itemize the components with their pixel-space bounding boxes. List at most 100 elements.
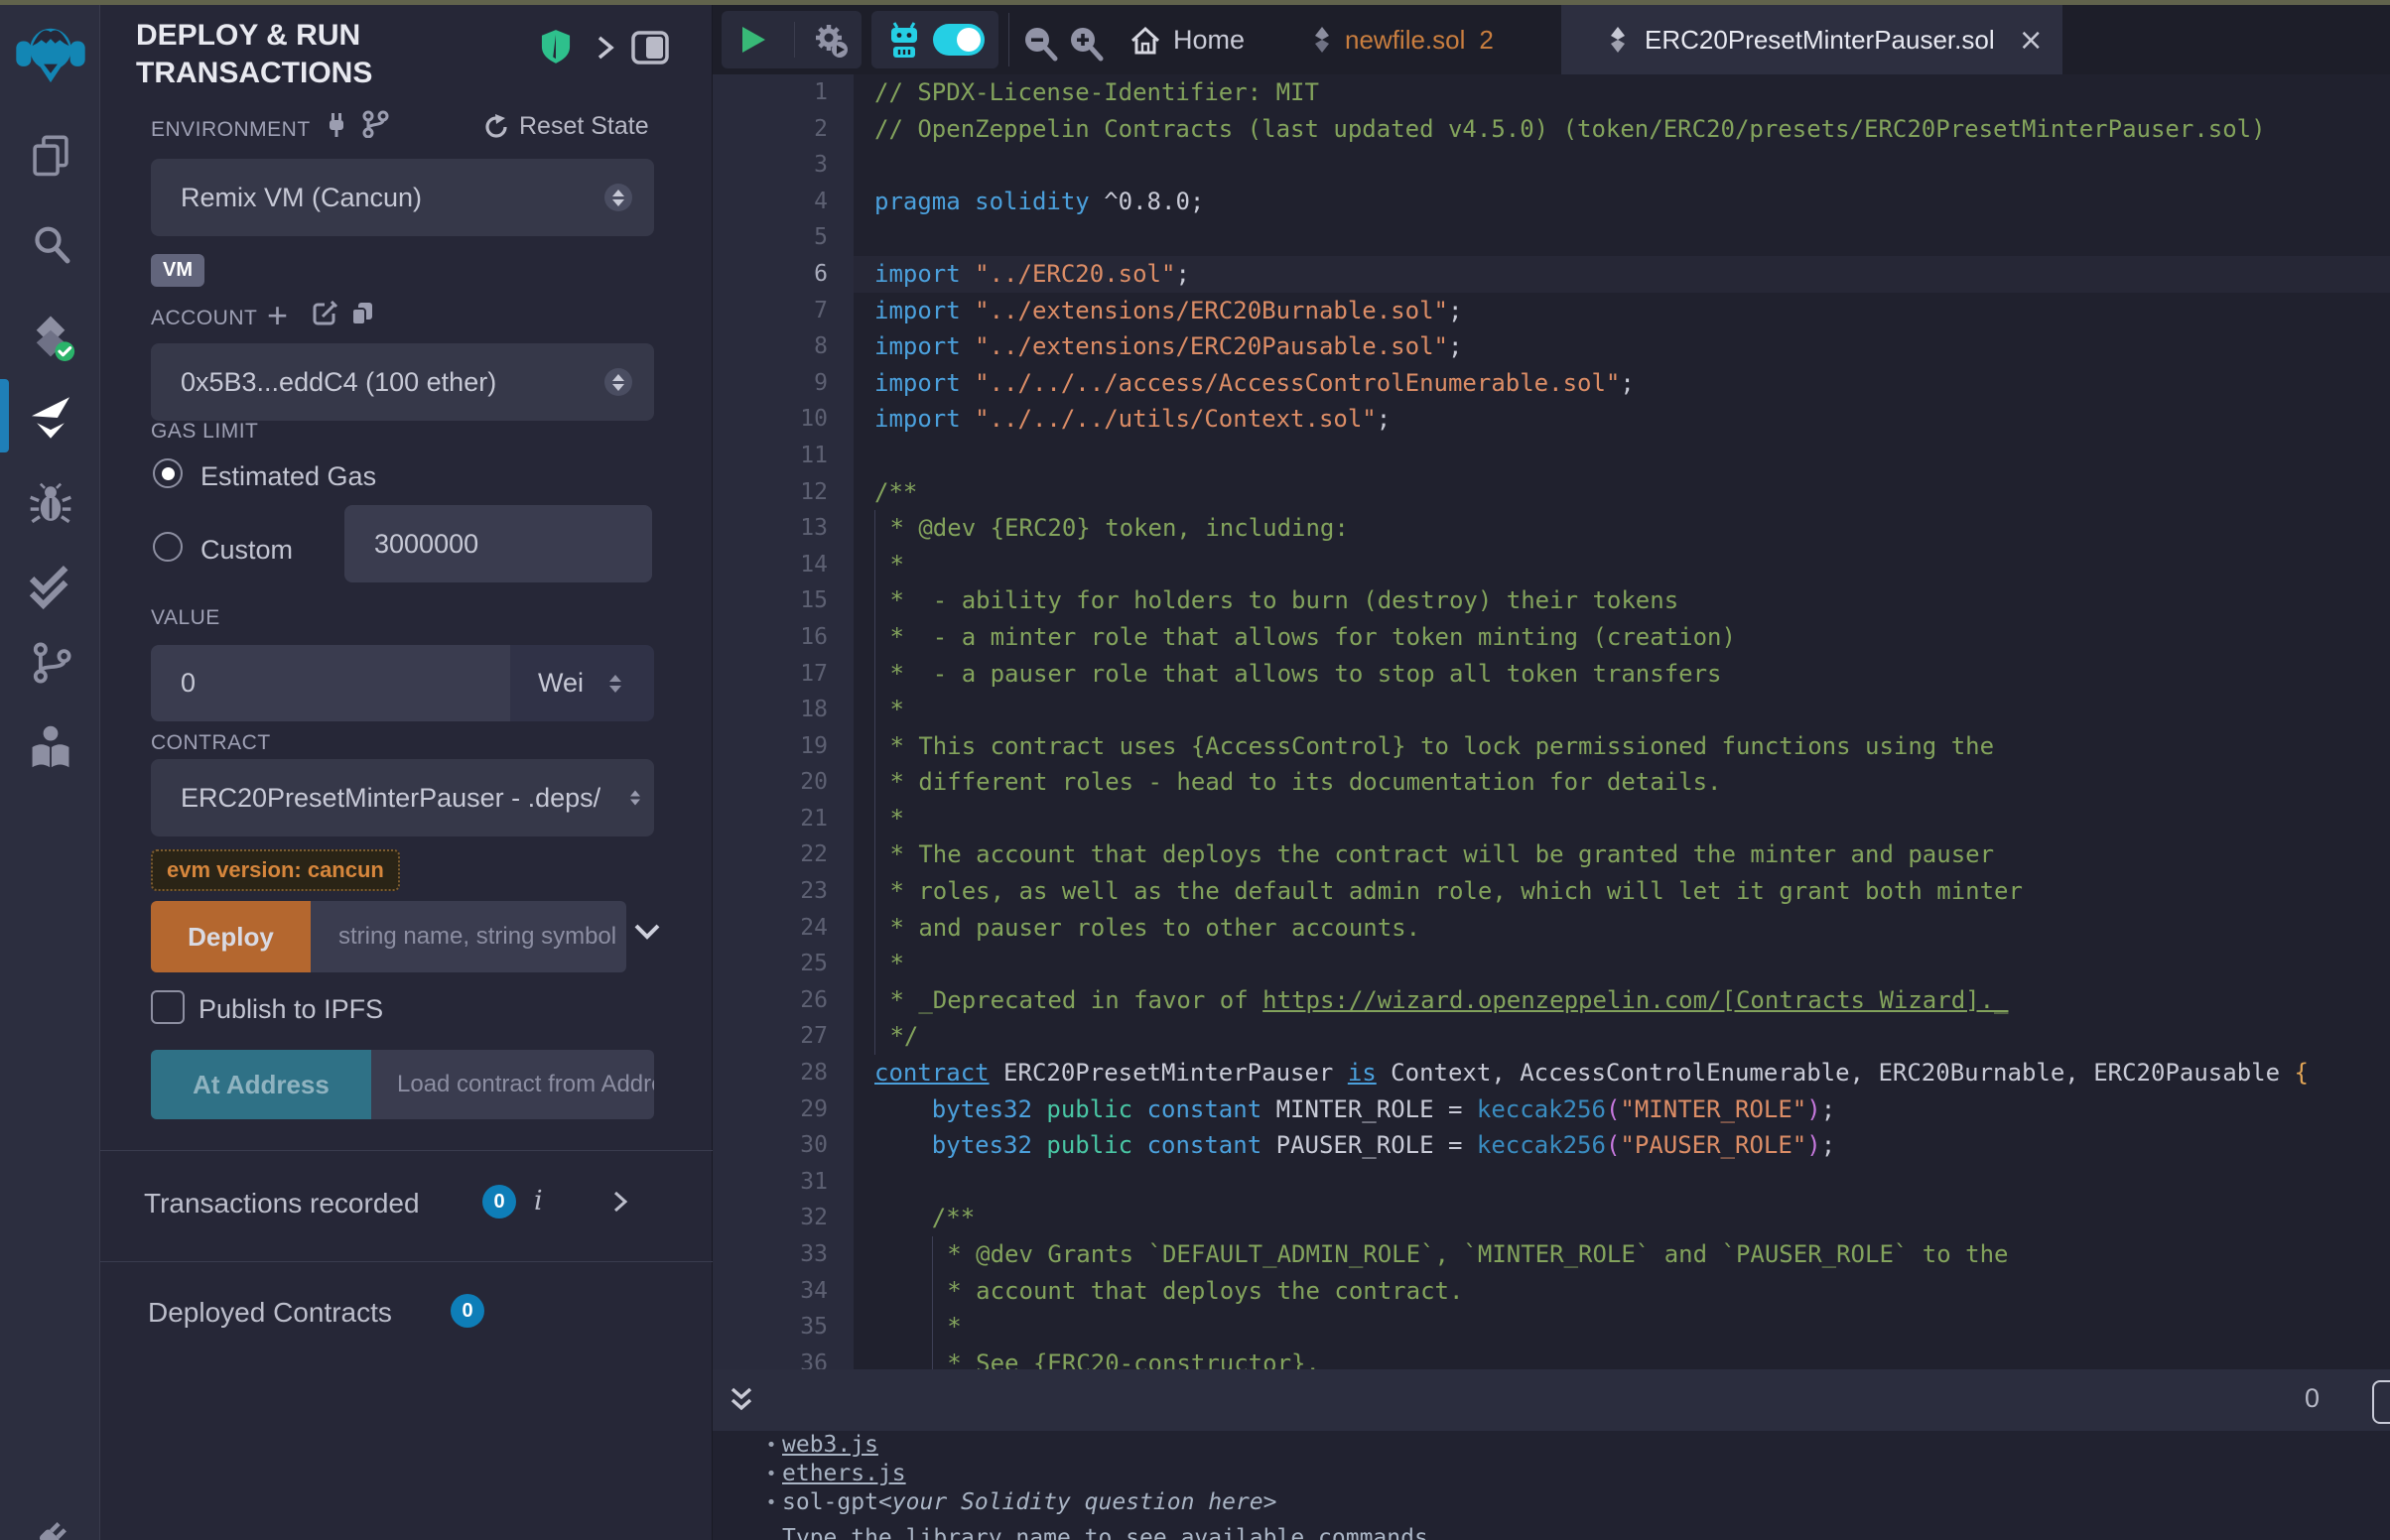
code-line[interactable]: 32 /**	[713, 1200, 2390, 1236]
terminal-item[interactable]: •ethers.js	[713, 1460, 2390, 1488]
custom-gas-radio[interactable]	[153, 532, 183, 562]
run-config-gear-icon[interactable]	[813, 23, 849, 59]
estimated-gas-label: Estimated Gas	[200, 461, 376, 492]
publish-to-ipfs-checkbox[interactable]	[151, 990, 185, 1024]
contract-select[interactable]: ERC20PresetMinterPauser - .deps/	[151, 759, 654, 836]
code-line[interactable]: 28contract ERC20PresetMinterPauser is Co…	[713, 1055, 2390, 1091]
code-line[interactable]: 11	[713, 438, 2390, 474]
terminal-item: •sol-gpt <your Solidity question here>	[713, 1488, 2390, 1517]
debugger-bug-icon[interactable]	[0, 482, 100, 526]
expand-terminal-icon[interactable]	[729, 1385, 754, 1415]
code-line[interactable]: 31	[713, 1164, 2390, 1201]
reset-state-button[interactable]: Reset State	[483, 112, 649, 141]
code-line[interactable]: 35 *	[713, 1309, 2390, 1346]
line-number: 29	[713, 1091, 854, 1128]
tab-newfile[interactable]: newfile.sol 2	[1313, 5, 1494, 74]
code-line[interactable]: 12/**	[713, 474, 2390, 511]
run-script-play-icon[interactable]	[740, 26, 766, 54]
home-tab[interactable]: Home	[1129, 25, 1245, 56]
code-line[interactable]: 18 *	[713, 692, 2390, 728]
select-arrows-icon	[604, 368, 632, 396]
custom-gas-input[interactable]: 3000000	[344, 505, 652, 582]
code-line[interactable]: 25 *	[713, 946, 2390, 982]
expand-constructor-chevron-icon[interactable]	[633, 923, 661, 941]
code-line[interactable]: 16 * - a minter role that allows for tok…	[713, 619, 2390, 656]
code-line[interactable]: 34 * account that deploys the contract.	[713, 1273, 2390, 1310]
line-number: 22	[713, 836, 854, 873]
environment-value: Remix VM (Cancun)	[181, 183, 422, 213]
environment-select[interactable]: Remix VM (Cancun)	[151, 159, 654, 236]
solidity-compiler-icon[interactable]	[0, 311, 100, 362]
unit-arrows-icon	[609, 675, 621, 693]
code-line[interactable]: 5	[713, 219, 2390, 256]
code-line[interactable]: 4pragma solidity ^0.8.0;	[713, 184, 2390, 220]
zoom-out-icon[interactable]	[1022, 26, 1058, 62]
unit-testing-icon[interactable]	[0, 565, 100, 612]
code-line[interactable]: 33 * @dev Grants `DEFAULT_ADMIN_ROLE`, `…	[713, 1236, 2390, 1273]
transactions-expand-chevron-icon[interactable]	[611, 1188, 629, 1216]
shield-icon[interactable]	[541, 29, 571, 64]
terminal-link[interactable]: web3.js	[782, 1431, 878, 1460]
code-line[interactable]: 3	[713, 147, 2390, 184]
ai-copilot-toggle[interactable]	[933, 24, 985, 56]
code-line[interactable]: 23 * roles, as well as the default admin…	[713, 873, 2390, 910]
tab-close-icon[interactable]: ×	[2019, 23, 2044, 58]
terminal-search-input[interactable]	[2372, 1380, 2390, 1424]
fork-environment-icon[interactable]	[361, 110, 389, 138]
estimated-gas-radio[interactable]	[153, 458, 183, 488]
code-line[interactable]: 22 * The account that deploys the contra…	[713, 836, 2390, 873]
code-line[interactable]: 19 * This contract uses {AccessControl} …	[713, 728, 2390, 765]
code-line[interactable]: 7import "../extensions/ERC20Burnable.sol…	[713, 293, 2390, 329]
line-number: 9	[713, 365, 854, 402]
code-editor[interactable]: 1// SPDX-License-Identifier: MIT2// Open…	[713, 74, 2390, 1369]
plug-icon[interactable]	[325, 112, 348, 138]
code-line[interactable]: 21 *	[713, 801, 2390, 837]
code-line[interactable]: 8import "../extensions/ERC20Pausable.sol…	[713, 328, 2390, 365]
value-unit-select[interactable]: Wei	[510, 645, 654, 721]
code-line[interactable]: 26 * _Deprecated in favor of https://wiz…	[713, 982, 2390, 1019]
code-line[interactable]: 36 * See {ERC20-constructor}.	[713, 1346, 2390, 1369]
code-line[interactable]: 27 */	[713, 1018, 2390, 1055]
copy-account-icon[interactable]	[350, 301, 374, 326]
code-line[interactable]: 30 bytes32 public constant PAUSER_ROLE =…	[713, 1127, 2390, 1164]
constructor-args-input[interactable]: string name, string symbol	[311, 901, 626, 972]
account-select[interactable]: 0x5B3...eddC4 (100 ether)	[151, 343, 654, 421]
code-line[interactable]: 14 *	[713, 547, 2390, 583]
terminal-output[interactable]: •web3.js•ethers.js•sol-gpt <your Solidit…	[713, 1431, 2390, 1540]
zoom-in-icon[interactable]	[1068, 26, 1104, 62]
at-address-input[interactable]: Load contract from Addres	[371, 1050, 654, 1119]
code-line[interactable]: 9import "../../../access/AccessControlEn…	[713, 365, 2390, 402]
code-line[interactable]: 10import "../../../utils/Context.sol";	[713, 401, 2390, 438]
search-icon[interactable]	[0, 222, 100, 266]
file-explorer-icon[interactable]	[0, 132, 100, 178]
code-line[interactable]: 20 * different roles - head to its docum…	[713, 764, 2390, 801]
at-address-button[interactable]: At Address	[151, 1050, 371, 1119]
terminal-item[interactable]: •web3.js	[713, 1431, 2390, 1460]
code-line[interactable]: 2// OpenZeppelin Contracts (last updated…	[713, 111, 2390, 148]
deploy-and-run-icon[interactable]	[0, 392, 100, 444]
publish-to-ipfs-label: Publish to IPFS	[199, 994, 383, 1025]
line-number: 7	[713, 293, 854, 329]
plugin-manager-plug-icon[interactable]	[0, 1515, 100, 1540]
line-number: 18	[713, 692, 854, 728]
value-input[interactable]: 0	[151, 645, 510, 721]
deploy-button[interactable]: Deploy	[151, 901, 311, 972]
ai-robot-icon[interactable]	[885, 21, 923, 59]
learneth-icon[interactable]	[0, 723, 100, 771]
code-line[interactable]: 1// SPDX-License-Identifier: MIT	[713, 74, 2390, 111]
terminal-link[interactable]: ethers.js	[782, 1460, 906, 1488]
tab-erc20presetminterpauser[interactable]: ERC20PresetMinterPauser.sol ×	[1561, 5, 2062, 74]
code-line[interactable]: 13 * @dev {ERC20} token, including:	[713, 510, 2390, 547]
pin-panel-icon[interactable]	[631, 31, 669, 64]
code-line[interactable]: 17 * - a pauser role that allows to stop…	[713, 656, 2390, 693]
code-line[interactable]: 24 * and pauser roles to other accounts.	[713, 910, 2390, 947]
info-icon[interactable]: i	[534, 1186, 543, 1217]
code-line[interactable]: 29 bytes32 public constant MINTER_ROLE =…	[713, 1091, 2390, 1128]
edit-account-icon[interactable]	[313, 301, 338, 326]
code-line[interactable]: 15 * - ability for holders to burn (dest…	[713, 582, 2390, 619]
add-account-icon[interactable]: +	[267, 295, 288, 336]
panel-expand-chevron-icon[interactable]	[595, 31, 616, 64]
git-icon[interactable]	[0, 641, 100, 685]
remix-logo-icon[interactable]	[0, 16, 100, 89]
code-line[interactable]: 6import "../ERC20.sol";	[713, 256, 2390, 293]
